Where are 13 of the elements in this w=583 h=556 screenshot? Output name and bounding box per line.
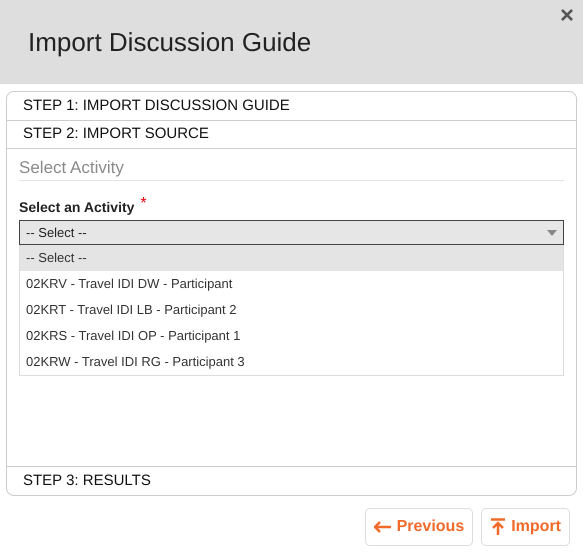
- select-field[interactable]: -- Select --: [19, 220, 564, 245]
- upload-icon: [490, 518, 506, 536]
- section-heading: Select Activity: [19, 157, 564, 181]
- field-label: Select an Activity: [19, 198, 134, 217]
- close-button[interactable]: ×: [560, 4, 574, 28]
- dialog-title: Import Discussion Guide: [28, 26, 312, 58]
- step-header[interactable]: STEP 3: RESULTS: [7, 467, 576, 495]
- dropdown-option[interactable]: -- Select --: [20, 245, 563, 271]
- caret-icon: [547, 230, 557, 236]
- arrow-left-icon: [374, 521, 392, 533]
- step-header[interactable]: STEP 1: IMPORT DISCUSSION GUIDE: [7, 92, 576, 120]
- step-header[interactable]: STEP 2: IMPORT SOURCE: [7, 121, 576, 149]
- required-mark: *: [140, 197, 147, 211]
